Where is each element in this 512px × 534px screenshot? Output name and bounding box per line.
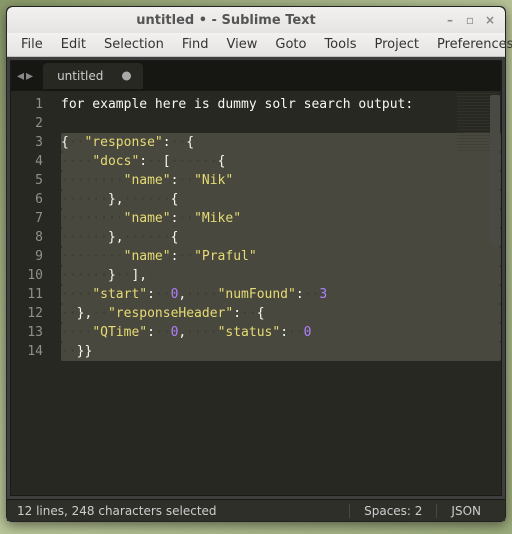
code-line: ····"QTime":··0,····"status":··0 — [61, 323, 501, 342]
vertical-scrollbar[interactable] — [490, 95, 500, 315]
line-number: 4 — [11, 152, 43, 171]
line-number: 1 — [11, 95, 43, 114]
code-line: ····"start":··0,····"numFound":··3 — [61, 285, 501, 304]
menu-tools[interactable]: Tools — [316, 35, 364, 54]
line-number: 8 — [11, 228, 43, 247]
menu-edit[interactable]: Edit — [53, 35, 94, 54]
code-line: ······},······{ — [61, 190, 501, 209]
menu-selection[interactable]: Selection — [96, 35, 172, 54]
menu-project[interactable]: Project — [366, 35, 426, 54]
line-number: 9 — [11, 247, 43, 266]
line-number: 2 — [11, 114, 43, 133]
maximize-icon[interactable]: ▫ — [463, 13, 477, 27]
tab-back-icon[interactable]: ◂ — [17, 68, 24, 84]
code-editor[interactable]: for example here is dummy solr search ou… — [53, 91, 501, 495]
code-line: ········"name":··"Praful" — [61, 247, 501, 266]
menu-find[interactable]: Find — [174, 35, 217, 54]
titlebar[interactable]: untitled • - Sublime Text – ▫ × — [7, 7, 505, 33]
code-line: ······},······{ — [61, 228, 501, 247]
line-number: 14 — [11, 342, 43, 361]
dirty-indicator-icon — [122, 72, 131, 81]
statusbar: 12 lines, 248 characters selected Spaces… — [7, 499, 505, 521]
code-line: ······}··], — [61, 266, 501, 285]
code-line: {··"response":··{ — [61, 133, 501, 152]
menu-file[interactable]: File — [13, 35, 51, 54]
code-line: ····"docs":··[······{ — [61, 152, 501, 171]
status-spaces[interactable]: Spaces: 2 — [349, 504, 436, 518]
gutter: 1 2 3 4 5 6 7 8 9 10 11 12 13 14 — [11, 91, 53, 495]
line-number: 10 — [11, 266, 43, 285]
tab-nav: ◂ ▸ — [17, 68, 33, 84]
code-line: ··}} — [61, 342, 501, 361]
scrollbar-thumb[interactable] — [490, 95, 500, 245]
code-line: ··},··"responseHeader":··{ — [61, 304, 501, 323]
minimize-icon[interactable]: – — [443, 13, 457, 27]
line-number: 7 — [11, 209, 43, 228]
tab-untitled[interactable]: untitled — [43, 63, 143, 89]
line-number: 11 — [11, 285, 43, 304]
tab-label: untitled — [57, 69, 103, 83]
code-line: ········"name":··"Nik" — [61, 171, 501, 190]
tab-forward-icon[interactable]: ▸ — [26, 68, 33, 84]
close-icon[interactable]: × — [483, 13, 497, 27]
line-number: 12 — [11, 304, 43, 323]
editor-area: ◂ ▸ untitled 1 2 3 4 5 6 7 8 9 10 11 12 — [10, 60, 502, 496]
line-number: 5 — [11, 171, 43, 190]
status-syntax[interactable]: JSON — [436, 504, 495, 518]
menu-goto[interactable]: Goto — [267, 35, 314, 54]
window-title: untitled • - Sublime Text — [15, 13, 437, 28]
code-line: ········"name":··"Mike" — [61, 209, 501, 228]
status-selection: 12 lines, 248 characters selected — [17, 504, 349, 518]
menubar: File Edit Selection Find View Goto Tools… — [7, 33, 505, 57]
app-window: untitled • - Sublime Text – ▫ × File Edi… — [6, 6, 506, 522]
code-line: for example here is dummy solr search ou… — [61, 95, 501, 114]
line-number: 6 — [11, 190, 43, 209]
tab-row: ◂ ▸ untitled — [11, 61, 501, 91]
menu-view[interactable]: View — [219, 35, 266, 54]
line-number: 3 — [11, 133, 43, 152]
code-body: 1 2 3 4 5 6 7 8 9 10 11 12 13 14 for exa… — [11, 91, 501, 495]
line-number: 13 — [11, 323, 43, 342]
code-line — [61, 114, 501, 133]
menu-preferences[interactable]: Preferences — [429, 35, 512, 54]
